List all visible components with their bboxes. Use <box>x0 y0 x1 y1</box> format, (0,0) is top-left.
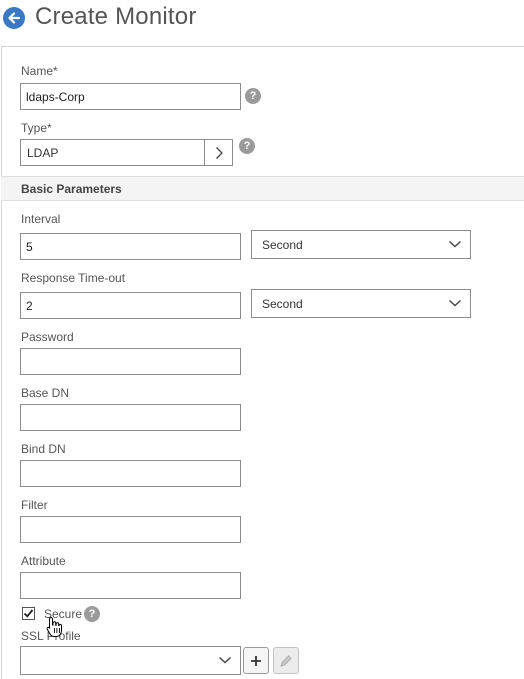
filter-label: Filter <box>21 498 48 512</box>
base-dn-label: Base DN <box>21 386 70 400</box>
filter-input[interactable] <box>20 516 241 543</box>
attribute-input[interactable] <box>20 572 241 599</box>
response-timeout-unit-select[interactable]: Second <box>251 289 471 318</box>
page-title: Create Monitor <box>35 3 197 30</box>
name-help-icon[interactable]: ? <box>245 88 261 104</box>
chevron-down-icon <box>219 656 231 664</box>
plus-icon <box>251 655 261 666</box>
response-timeout-label: Response Time-out <box>21 271 126 285</box>
response-timeout-unit-value: Second <box>262 296 303 311</box>
password-input[interactable] <box>20 348 241 375</box>
secure-checkbox[interactable] <box>22 607 35 620</box>
type-select-button[interactable] <box>204 140 232 165</box>
section-title: Basic Parameters <box>21 182 122 196</box>
chevron-down-icon <box>449 240 461 248</box>
add-ssl-profile-button[interactable] <box>243 647 269 674</box>
type-value: LDAP <box>27 145 59 160</box>
type-selector[interactable]: LDAP <box>20 139 233 166</box>
base-dn-input[interactable] <box>20 404 241 431</box>
hand-cursor-icon <box>46 616 62 637</box>
response-timeout-input[interactable] <box>20 292 241 319</box>
back-button[interactable] <box>3 7 25 29</box>
page-header: Create Monitor <box>0 0 524 46</box>
chevron-down-icon <box>449 299 461 307</box>
interval-unit-select[interactable]: Second <box>251 230 471 259</box>
type-label: Type* <box>21 121 52 135</box>
name-input[interactable] <box>20 83 241 110</box>
bind-dn-input[interactable] <box>20 460 241 487</box>
interval-unit-value: Second <box>262 237 303 252</box>
secure-help-icon[interactable]: ? <box>84 606 100 622</box>
interval-label: Interval <box>21 212 61 226</box>
basic-parameters-section: Basic Parameters <box>1 176 524 201</box>
name-label: Name* <box>21 64 58 78</box>
ssl-profile-select[interactable] <box>20 646 241 675</box>
checkmark-icon <box>23 609 34 618</box>
interval-input[interactable] <box>20 233 241 260</box>
password-label: Password <box>21 330 74 344</box>
bind-dn-label: Bind DN <box>21 442 66 456</box>
pencil-icon <box>280 654 292 667</box>
arrow-left-icon <box>8 12 21 24</box>
edit-ssl-profile-button[interactable] <box>273 647 299 674</box>
chevron-right-icon <box>215 146 223 159</box>
type-help-icon[interactable]: ? <box>239 138 255 154</box>
attribute-label: Attribute <box>21 554 66 568</box>
